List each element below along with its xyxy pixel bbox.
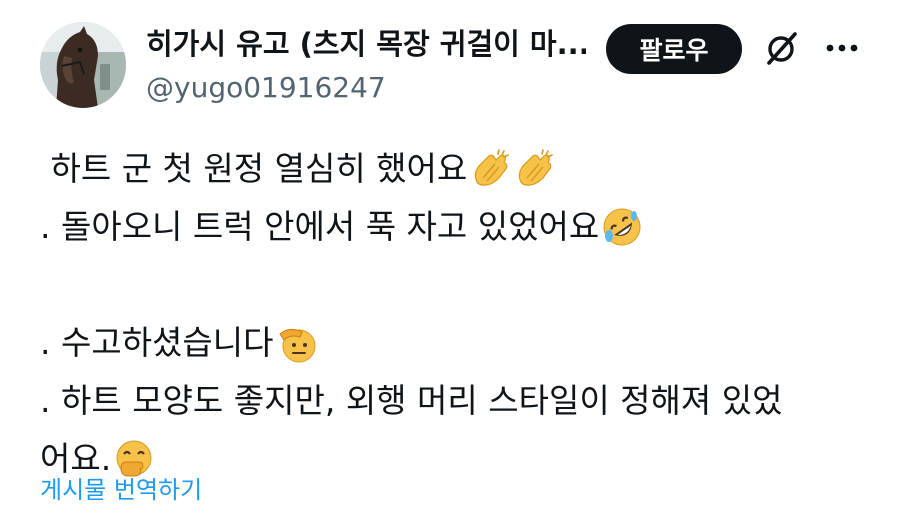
clapping-hands-emoji-icon: [469, 148, 511, 190]
rolling-laughing-emoji-icon: [601, 206, 643, 248]
horse-photo-icon: [40, 22, 126, 108]
follow-button[interactable]: 팔로우: [606, 24, 742, 74]
more-icon[interactable]: [822, 38, 862, 58]
grok-icon[interactable]: [764, 30, 800, 66]
translate-post-link[interactable]: 게시물 번역하기: [40, 470, 202, 510]
tweet-line: . 수고하셨습니다: [40, 314, 880, 372]
tweet-line: . 하트 모양도 좋지만, 외행 머리 스타일이 정해져 있었: [40, 372, 880, 430]
tweet-text: 하트 군 첫 원정 열심히 했어요 . 돌아오니 트럭 안에서 푹 자고 있었어…: [40, 140, 880, 488]
saluting-face-emoji-icon: [276, 322, 318, 364]
tweet-line-text: . 하트 모양도 좋지만, 외행 머리 스타일이 정해져 있었: [40, 381, 783, 420]
tweet-line: . 돌아오니 트럭 안에서 푹 자고 있었어요: [40, 198, 880, 256]
clapping-hands-emoji-icon: [513, 148, 555, 190]
author-info: 히가시 유고 (츠지 목장 귀걸이 마... @yugo01916247: [146, 20, 586, 108]
avatar[interactable]: [40, 22, 126, 108]
tweet-header: 히가시 유고 (츠지 목장 귀걸이 마... @yugo01916247 팔로우: [0, 0, 900, 120]
tweet-line-text: . 수고하셨습니다: [40, 323, 274, 362]
tweet-line-text: . 돌아오니 트럭 안에서 푹 자고 있었어요: [40, 207, 600, 246]
display-name[interactable]: 히가시 유고 (츠지 목장 귀걸이 마...: [146, 20, 586, 68]
tweet-line-text: 하트 군 첫 원정 열심히 했어요: [40, 149, 468, 188]
user-handle[interactable]: @yugo01916247: [146, 68, 586, 108]
tweet-line: 하트 군 첫 원정 열심히 했어요: [40, 140, 880, 198]
